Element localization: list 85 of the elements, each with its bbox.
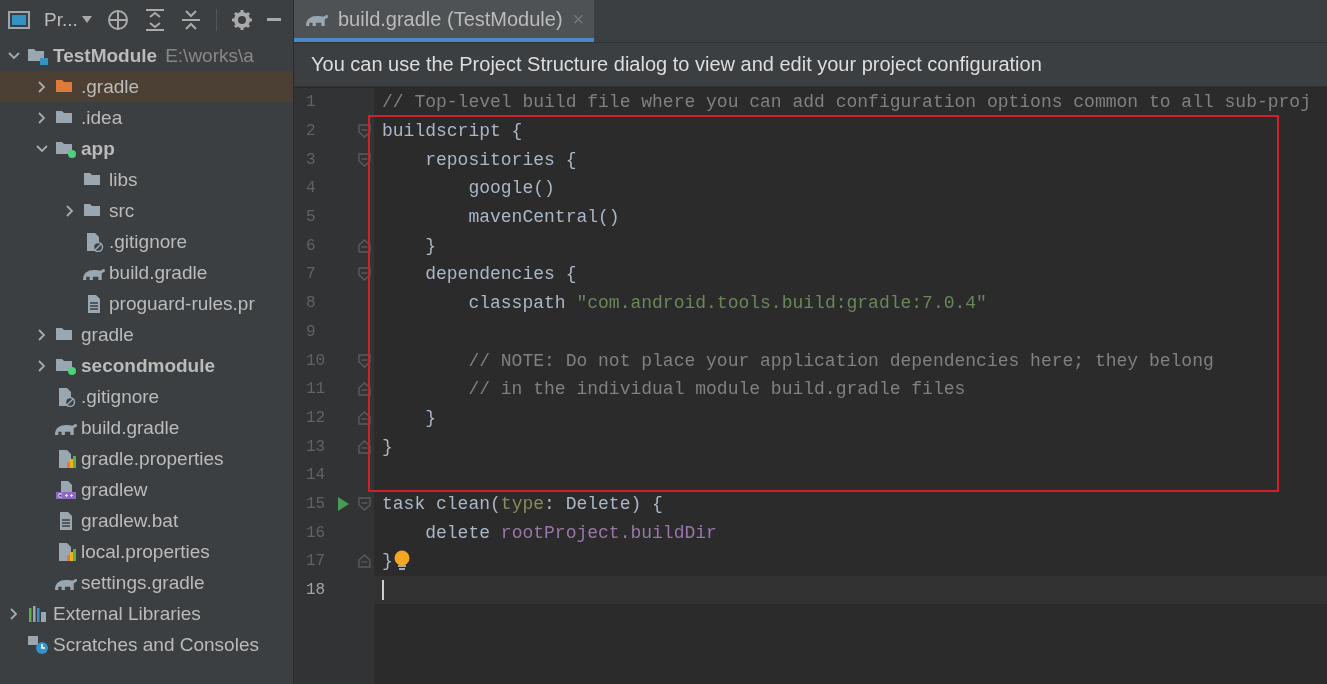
tree-item[interactable]: secondmodule [0, 350, 293, 381]
code-line: } [424, 235, 436, 256]
tree-item[interactable]: TestModule E:\works\a [0, 40, 293, 71]
tree-item[interactable]: .idea [0, 102, 293, 133]
tree-item-label: proguard-rules.pr [109, 292, 255, 315]
tree-item-label: Scratches and Consoles [53, 633, 259, 656]
tree-item[interactable]: External Libraries [0, 598, 293, 629]
fold-icon[interactable] [358, 439, 371, 454]
locate-icon[interactable] [105, 8, 130, 32]
tree-item-label: gradlew [81, 478, 148, 501]
code-line: dependencies { [424, 264, 577, 285]
code-line: // in the individual module build.gradle files [467, 379, 966, 400]
settings-icon[interactable] [230, 9, 253, 31]
tree-item-label: libs [109, 168, 138, 191]
tree-item-label: TestModule [53, 44, 158, 67]
tree-item-label: gradlew.bat [81, 509, 179, 532]
tree-item[interactable]: gradlew [0, 474, 293, 505]
elephant-icon [55, 578, 77, 590]
tree-item[interactable]: .gitignore [0, 381, 293, 412]
fold-icon[interactable] [358, 152, 371, 167]
view-selector[interactable]: Pr... [44, 9, 92, 31]
fold-icon[interactable] [358, 238, 371, 253]
tree-item[interactable]: Scratches and Consoles [0, 629, 293, 660]
tree-item[interactable]: .gitignore [0, 226, 293, 257]
tree-item-label: secondmodule [81, 354, 216, 377]
fold-icon[interactable] [358, 353, 371, 368]
run-icon[interactable] [336, 495, 350, 512]
code-line: // Top-level build file where you can add configuration options common to all sub-proj [382, 92, 1311, 113]
code-line: task clean(type: Delete) { [382, 493, 663, 514]
code-line: } [382, 551, 393, 572]
tree-item[interactable]: libs [0, 164, 293, 195]
tree-item-label: .gradle [81, 75, 140, 98]
code-line: mavenCentral() [467, 207, 620, 228]
dropdown-caret-icon[interactable] [81, 16, 92, 24]
tree-item[interactable]: gradle [0, 319, 293, 350]
editor-tab[interactable]: build.gradle (TestModule) × [294, 0, 595, 42]
code-line: } [424, 407, 436, 428]
scratches-icon [27, 634, 49, 655]
code-line: google() [467, 178, 555, 199]
project-view-icon[interactable] [8, 10, 30, 30]
tree-item[interactable]: gradle.properties [0, 443, 293, 474]
code-line: classpath "com.android.tools.build:gradle:7.0.4" [467, 293, 987, 314]
tree-item-label: src [109, 199, 135, 222]
code-line: // NOTE: Do not place your application dependencies here; they belong [467, 350, 1214, 371]
tree-item-label: app [81, 137, 115, 160]
code-line: } [382, 436, 393, 457]
tree-item[interactable]: build.gradle [0, 257, 293, 288]
tree-item-label: build.gradle [81, 416, 180, 439]
libraries-icon [27, 603, 49, 624]
code-line: delete rootProject.buildDir [424, 522, 717, 543]
fold-icon[interactable] [358, 410, 371, 425]
tree-item-label: .gitignore [109, 230, 188, 253]
minimize-icon[interactable] [266, 18, 281, 22]
elephant-icon [306, 15, 328, 26]
fold-icon[interactable] [358, 124, 371, 139]
tree-item[interactable]: gradlew.bat [0, 505, 293, 536]
tree-item[interactable]: settings.gradle [0, 567, 293, 598]
script-file-icon [55, 479, 77, 500]
elephant-icon [55, 423, 77, 435]
tree-item-label: External Libraries [53, 602, 201, 625]
code-line: buildscript { [382, 121, 523, 142]
fold-icon[interactable] [358, 382, 371, 397]
lightbulb-icon[interactable] [392, 550, 411, 573]
tree-item-label: gradle [81, 323, 134, 346]
elephant-icon [83, 268, 105, 280]
tree-item[interactable]: build.gradle [0, 412, 293, 443]
tree-item-label: gradle.properties [81, 447, 224, 470]
text-cursor [382, 580, 384, 601]
tree-item-label: local.properties [81, 540, 210, 563]
expand-all-icon[interactable] [143, 8, 166, 32]
fold-icon[interactable] [358, 267, 371, 282]
tree-item[interactable]: .gradle [0, 71, 293, 102]
tree-item[interactable]: local.properties [0, 536, 293, 567]
code-line: repositories { [424, 149, 577, 170]
project-path: E:\works\a [165, 44, 254, 67]
tree-item[interactable]: app [0, 133, 293, 164]
collapse-all-icon[interactable] [179, 8, 202, 32]
tree-item-label: .gitignore [81, 385, 160, 408]
tree-item-label: .idea [81, 106, 123, 129]
tree-item[interactable]: proguard-rules.pr [0, 288, 293, 319]
tree-item-label: build.gradle [109, 261, 208, 284]
tree-item[interactable]: src [0, 195, 293, 226]
info-banner: You can use the Project Structure dialog to view and edit your project configuration [294, 42, 1327, 87]
tree-item-label: settings.gradle [81, 571, 205, 594]
line-number: 18 [305, 581, 327, 600]
